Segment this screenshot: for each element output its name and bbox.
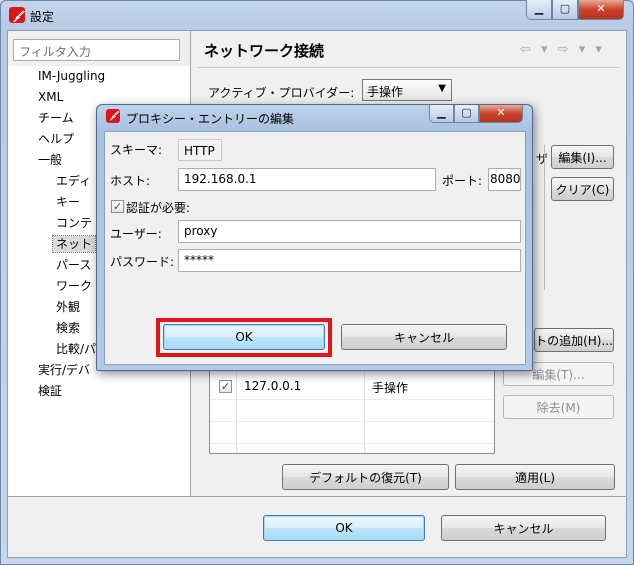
provider-select-value: 手操作 xyxy=(367,85,404,99)
auth-required-label: 認証が必要: xyxy=(126,201,191,215)
tree-item-network[interactable]: ネット xyxy=(51,235,97,253)
tree-item-search[interactable]: 検索 xyxy=(56,320,80,336)
restore-defaults-button[interactable]: デフォルトの復元(T) xyxy=(282,464,449,490)
tree-item-workspace[interactable]: ワーク xyxy=(56,278,92,294)
tree-item-perspectives[interactable]: パース xyxy=(56,257,91,273)
port-label: ポート: xyxy=(442,174,483,188)
proxy-table-edge xyxy=(540,145,545,290)
provider-select[interactable]: 手操作 ▼ xyxy=(362,79,452,101)
filter-input[interactable]: フィルタ入力 xyxy=(13,39,180,61)
edit-proxy-button[interactable]: 編集(I)... xyxy=(551,145,614,169)
tree-item-help[interactable]: ヘルプ xyxy=(38,131,74,147)
bypass-remove-button[interactable]: 除去(M) xyxy=(503,395,614,419)
close-button[interactable]: ✕ xyxy=(578,0,624,20)
scheme-value: HTTP xyxy=(178,139,222,161)
host-label: ホスト: xyxy=(110,174,151,188)
user-input[interactable]: proxy xyxy=(178,220,521,243)
tree-item-keys[interactable]: キー xyxy=(56,194,80,210)
tree-item-general[interactable]: 一般 xyxy=(38,152,62,168)
chevron-down-icon: ▼ xyxy=(438,83,446,94)
password-input[interactable]: ***** xyxy=(178,249,521,272)
scheme-label: スキーマ: xyxy=(110,143,163,157)
dialog-app-icon: 𝒻 xyxy=(106,109,120,123)
tree-item-validation[interactable]: 検証 xyxy=(38,383,62,399)
clear-proxy-button[interactable]: クリア(C) xyxy=(551,177,614,201)
tree-item-appearance[interactable]: 外観 xyxy=(56,299,80,315)
title-divider xyxy=(198,67,620,68)
cancel-button[interactable]: キャンセル xyxy=(441,515,606,541)
row-provider: 手操作 xyxy=(372,381,409,395)
tree-item-compare-patch[interactable]: 比較/パ xyxy=(56,341,96,357)
page-title: ネットワーク接続 xyxy=(204,42,325,60)
port-input[interactable]: 8080 xyxy=(488,168,521,191)
tree-item-content-types[interactable]: コンテ xyxy=(56,215,92,231)
dialog-maximize-button[interactable]: ▢ xyxy=(454,105,479,123)
user-label: ユーザー: xyxy=(110,227,162,241)
tree-item-team[interactable]: チーム xyxy=(38,110,74,126)
window-title: 設定 xyxy=(30,10,55,24)
history-nav-icons[interactable]: ⇦ ▾ ⇨ ▾ ▾ xyxy=(520,42,605,57)
tree-item-run-debug[interactable]: 実行/デバ xyxy=(38,362,90,378)
dialog-close-button[interactable]: ✕ xyxy=(479,105,523,123)
add-host-button[interactable]: トの追加(H)... xyxy=(534,328,614,352)
tree-item-xml[interactable]: XML xyxy=(38,89,63,105)
password-label: パスワード: xyxy=(110,255,175,269)
dialog-minimize-button[interactable]: ▁ xyxy=(429,105,454,123)
app-icon: 𝒻 xyxy=(9,7,25,23)
ok-button-highlight xyxy=(156,318,332,357)
tree-item-editors[interactable]: エディ xyxy=(56,173,91,189)
maximize-button[interactable]: ▢ xyxy=(552,0,578,20)
provider-label: アクティブ・プロバイダー: xyxy=(208,86,355,100)
apply-button[interactable]: 適用(L) xyxy=(455,464,615,490)
dialog-title: プロキシー・エントリーの編集 xyxy=(126,112,295,126)
tree-item-im-juggling[interactable]: IM-Juggling xyxy=(38,68,105,84)
host-input[interactable]: 192.168.0.1 xyxy=(178,168,436,191)
table-row[interactable]: ✓ 127.0.0.1 手操作 xyxy=(209,372,495,398)
minimize-button[interactable]: ▁ xyxy=(526,0,552,20)
ok-button[interactable]: OK xyxy=(263,515,425,541)
footer-divider xyxy=(8,496,626,497)
auth-required-checkbox[interactable]: ✓ xyxy=(111,200,124,213)
row-host: 127.0.0.1 xyxy=(244,379,302,393)
row-enabled-checkbox[interactable]: ✓ xyxy=(219,380,232,393)
dialog-cancel-button[interactable]: キャンセル xyxy=(341,324,507,350)
